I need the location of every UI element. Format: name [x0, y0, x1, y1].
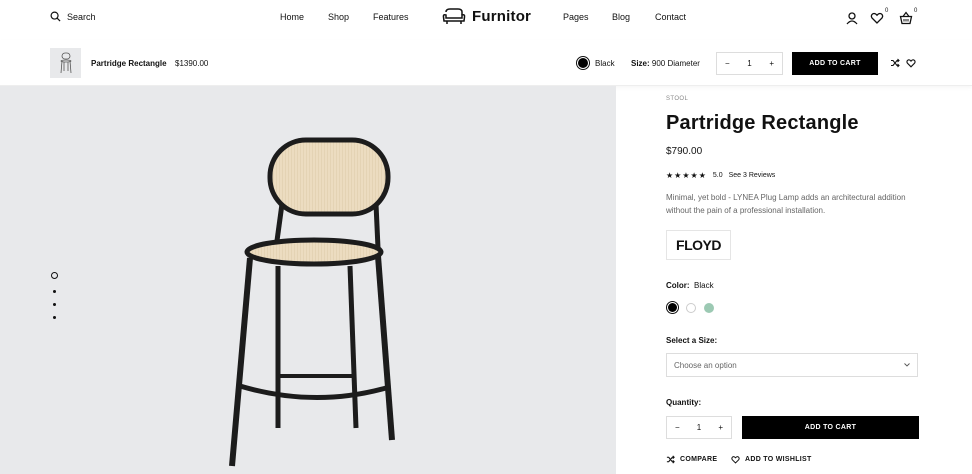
color-selection-label: Color: Black: [666, 281, 714, 290]
wishlist-label: ADD TO WISHLIST: [745, 456, 812, 463]
color-swatches: [666, 301, 715, 314]
gallery-dot-3[interactable]: [51, 303, 56, 306]
color-label: Color:: [666, 281, 690, 290]
product-category[interactable]: STOOL: [666, 96, 688, 102]
add-to-cart-button[interactable]: ADD TO CART: [742, 416, 919, 439]
user-icon[interactable]: [845, 11, 859, 25]
sticky-qty-decrease-button[interactable]: −: [725, 59, 730, 68]
product-rating: ★★★★★ 5.0 See 3 Reviews: [666, 171, 775, 180]
sticky-add-to-cart-bar: Partridge Rectangle $1390.00 Black Size:…: [0, 40, 972, 86]
add-to-wishlist-link[interactable]: ADD TO WISHLIST: [731, 455, 812, 464]
sticky-wishlist-heart-icon[interactable]: [906, 58, 916, 68]
bar-stool-product-image: [229, 137, 395, 467]
cart-count-badge: 0: [914, 8, 918, 14]
product-description: Minimal, yet bold - LYNEA Plug Lamp adds…: [666, 193, 906, 215]
product-image-gallery: [0, 86, 616, 474]
product-price: $790.00: [666, 146, 703, 157]
qty-increase-button[interactable]: +: [718, 423, 723, 432]
swatch-black[interactable]: [666, 301, 679, 314]
qty-decrease-button[interactable]: −: [675, 423, 680, 432]
swatch-white-fill: [685, 302, 696, 313]
wishlist-count-badge: 0: [885, 8, 889, 14]
compare-shuffle-icon[interactable]: [890, 58, 900, 68]
nav-blog[interactable]: Blog: [612, 12, 630, 22]
sticky-qty-increase-button[interactable]: +: [769, 59, 774, 68]
swatch-green-fill: [703, 302, 714, 313]
sticky-size: Size: 900 Diameter: [631, 59, 700, 68]
search-label: Search: [67, 11, 96, 22]
nav-shop[interactable]: Shop: [328, 12, 349, 22]
size-select-label: Select a Size:: [666, 336, 718, 345]
site-header: Search Home Shop Features Furnitor Pages…: [0, 0, 972, 36]
gallery-dot-2[interactable]: [51, 290, 56, 293]
wishlist-heart-icon: [731, 456, 740, 464]
sticky-color-swatch[interactable]: [576, 56, 590, 70]
gallery-dot-1-active[interactable]: [51, 272, 58, 279]
wishlist-heart-icon[interactable]: [870, 11, 884, 25]
gallery-dot-mark: [53, 290, 56, 293]
size-select[interactable]: Choose an option: [666, 353, 918, 377]
qty-value[interactable]: 1: [697, 423, 701, 432]
cart-basket-icon[interactable]: [899, 11, 913, 25]
nav-contact[interactable]: Contact: [655, 12, 686, 22]
see-reviews-link[interactable]: See 3 Reviews: [729, 172, 776, 179]
nav-features[interactable]: Features: [373, 12, 409, 22]
search-trigger[interactable]: Search: [50, 11, 96, 22]
sticky-add-to-cart-button[interactable]: ADD TO CART: [792, 52, 878, 75]
sticky-product-name: Partridge Rectangle: [91, 59, 167, 68]
sofa-logo-icon: [442, 8, 466, 24]
chevron-down-icon: [904, 363, 910, 367]
gallery-dot-mark: [53, 316, 56, 319]
gallery-dot-mark: [53, 303, 56, 306]
swatch-white[interactable]: [684, 301, 697, 314]
size-select-placeholder: Choose an option: [674, 360, 737, 370]
swatch-black-fill: [668, 303, 677, 312]
compare-label: COMPARE: [680, 456, 718, 463]
sticky-color-swatch-fill: [578, 58, 588, 68]
compare-link[interactable]: COMPARE: [666, 455, 717, 464]
compare-shuffle-icon: [666, 455, 675, 464]
sticky-color-value: Black: [595, 59, 615, 68]
product-thumbnail: [50, 48, 81, 78]
color-value: Black: [694, 281, 714, 290]
swatch-green[interactable]: [702, 301, 715, 314]
quantity-stepper: − 1 +: [666, 416, 732, 439]
nav-pages[interactable]: Pages: [563, 12, 589, 22]
stool-thumbnail-image: [60, 52, 71, 74]
sticky-size-label: Size:: [631, 59, 650, 68]
rating-value: 5.0: [712, 172, 723, 179]
sticky-product-price: $1390.00: [175, 59, 209, 68]
sticky-quantity-stepper: − 1 +: [716, 52, 783, 75]
brand-logo[interactable]: FLOYD: [666, 230, 731, 260]
quantity-label: Quantity:: [666, 398, 702, 407]
nav-home[interactable]: Home: [280, 12, 304, 22]
sticky-qty-value[interactable]: 1: [747, 59, 751, 68]
site-logo[interactable]: Furnitor: [442, 7, 531, 25]
product-title: Partridge Rectangle: [666, 112, 859, 134]
gallery-dot-4[interactable]: [51, 316, 56, 319]
rating-stars-icon: ★★★★★: [666, 171, 707, 180]
search-icon: [50, 11, 61, 22]
logo-text: Furnitor: [472, 7, 532, 25]
gallery-dot-ring: [51, 272, 58, 279]
sticky-size-value: 900 Diameter: [651, 59, 700, 68]
